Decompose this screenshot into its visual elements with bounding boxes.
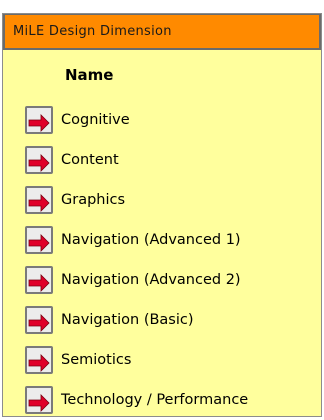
list-item-label[interactable]: Navigation (Advanced 2) — [61, 272, 241, 288]
list-item-label[interactable]: Cognitive — [61, 112, 130, 128]
list-item[interactable]: Navigation (Basic) — [3, 300, 321, 340]
list-item-label[interactable]: Semiotics — [61, 352, 131, 368]
panel-title: MiLE Design Dimension — [3, 14, 321, 50]
design-dimension-panel: MiLE Design Dimension Name Cognitive Con… — [2, 13, 322, 417]
go-arrow-icon[interactable] — [25, 146, 53, 174]
go-arrow-icon[interactable] — [25, 386, 53, 414]
go-arrow-icon[interactable] — [25, 306, 53, 334]
column-header-name: Name — [65, 66, 114, 84]
list-item[interactable]: Navigation (Advanced 2) — [3, 260, 321, 300]
go-arrow-icon[interactable] — [25, 346, 53, 374]
list-item-label[interactable]: Graphics — [61, 192, 125, 208]
list-item[interactable]: Semiotics — [3, 340, 321, 380]
go-arrow-icon[interactable] — [25, 226, 53, 254]
list-item-label[interactable]: Navigation (Basic) — [61, 312, 194, 328]
go-arrow-icon[interactable] — [25, 266, 53, 294]
go-arrow-icon[interactable] — [25, 186, 53, 214]
list-item[interactable]: Graphics — [3, 180, 321, 220]
list-item-label[interactable]: Technology / Performance — [61, 392, 248, 408]
list-item[interactable]: Technology / Performance — [3, 380, 321, 420]
list-item[interactable]: Content — [3, 140, 321, 180]
list-item-label[interactable]: Content — [61, 152, 119, 168]
list-item[interactable]: Cognitive — [3, 100, 321, 140]
dimension-list: Cognitive Content Graphics Navigation (A… — [3, 100, 321, 420]
go-arrow-icon[interactable] — [25, 106, 53, 134]
list-item[interactable]: Navigation (Advanced 1) — [3, 220, 321, 260]
list-item-label[interactable]: Navigation (Advanced 1) — [61, 232, 241, 248]
